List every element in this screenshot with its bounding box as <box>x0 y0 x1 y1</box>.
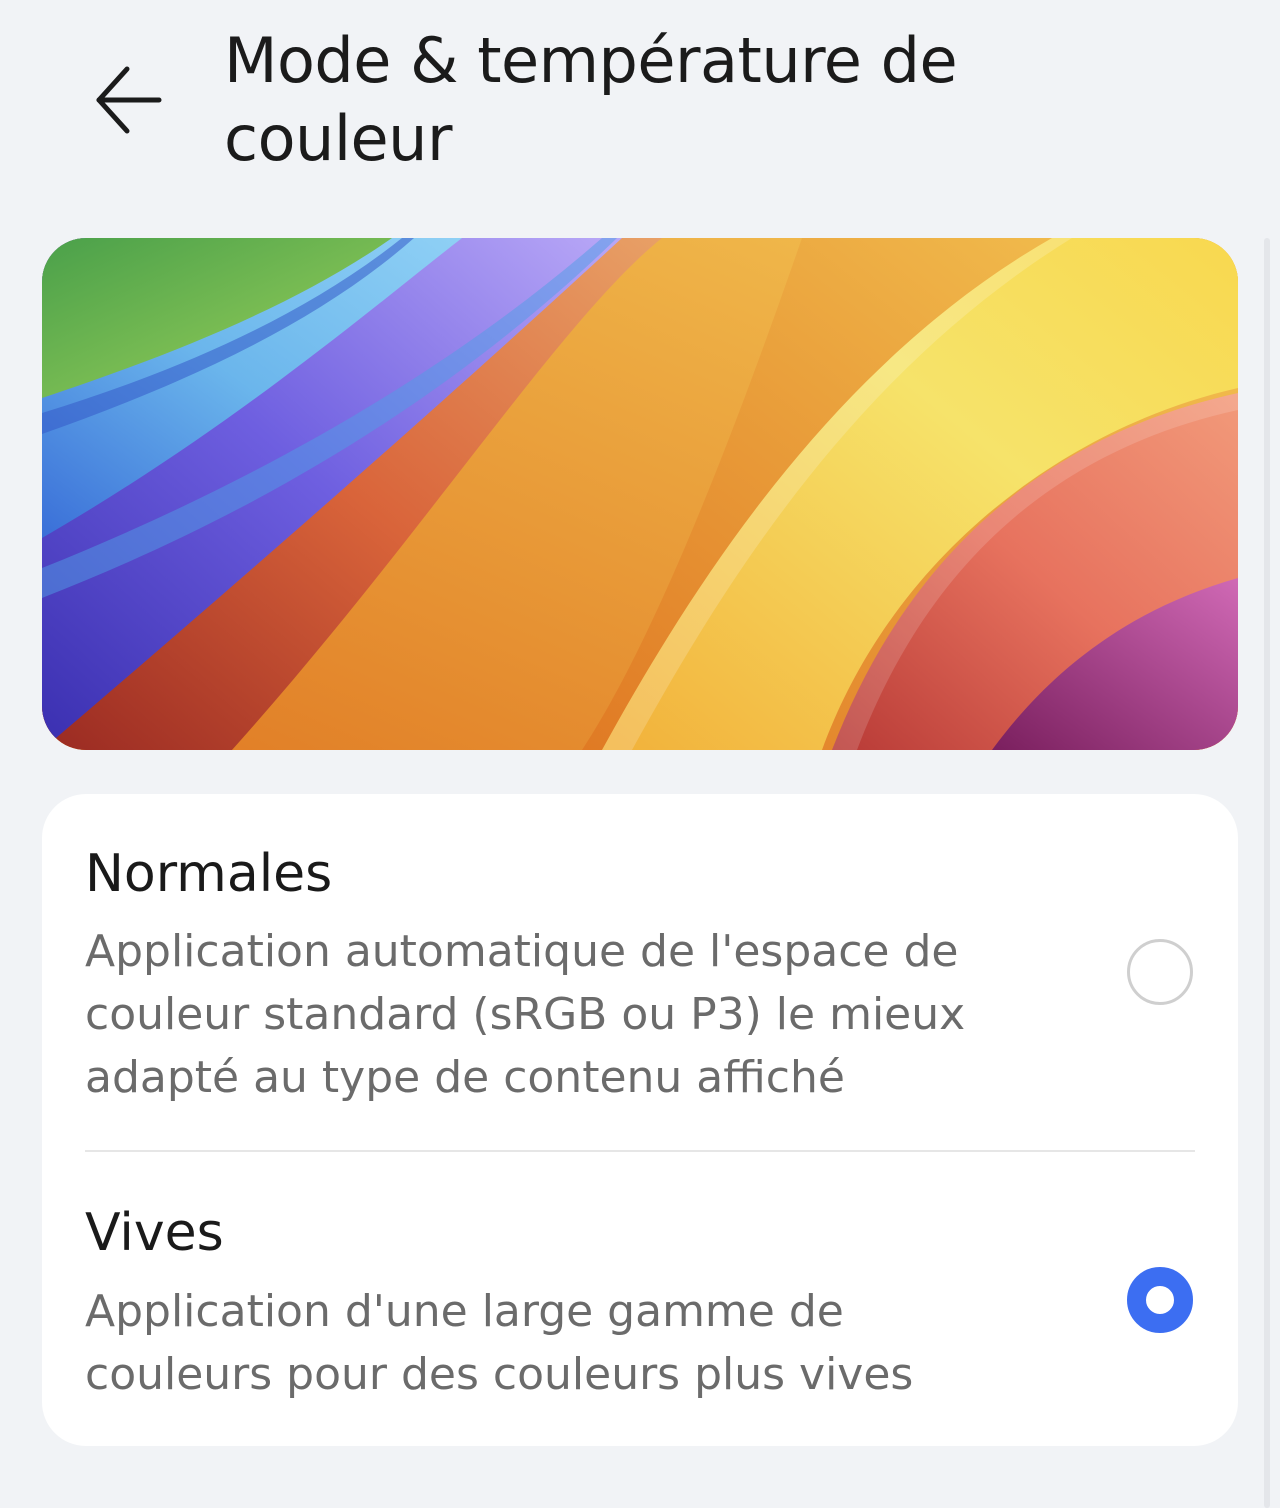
page-title-line-2: couleur <box>224 102 452 175</box>
option-normales-description-line-1: Application automatique de l'espace de <box>85 926 959 977</box>
app-bar: Mode & température de couleur <box>0 0 1280 200</box>
page-title: Mode & température de couleur <box>224 22 1124 178</box>
option-vives-title: Vives <box>85 1203 224 1263</box>
arrow-left-icon <box>96 66 162 134</box>
page-title-line-1: Mode & température de <box>224 24 958 97</box>
option-normales-description: Application automatique de l'espace de c… <box>85 920 1045 1109</box>
option-vives-description-line-1: Application d'une large gamme de <box>85 1286 844 1337</box>
scrollbar[interactable] <box>1264 238 1270 1508</box>
option-normales-description-line-2: couleur standard (sRGB ou P3) le mieux <box>85 989 966 1040</box>
radio-vives-selected[interactable] <box>1127 1267 1193 1333</box>
option-vives-description: Application d'une large gamme de couleur… <box>85 1280 1045 1406</box>
option-vives[interactable]: Vives Application d'une large gamme de c… <box>42 1152 1238 1446</box>
color-mode-card: Normales Application automatique de l'es… <box>42 794 1238 1446</box>
radio-normales-unselected[interactable] <box>1127 939 1193 1005</box>
back-button[interactable] <box>78 50 178 150</box>
option-normales-title: Normales <box>85 844 333 904</box>
color-preview-banner <box>42 238 1238 750</box>
option-vives-description-line-2: couleurs pour des couleurs plus vives <box>85 1349 914 1400</box>
option-normales-description-line-3: adapté au type de contenu affiché <box>85 1052 845 1103</box>
rainbow-wallpaper-image <box>42 238 1238 750</box>
option-normales[interactable]: Normales Application automatique de l'es… <box>42 794 1238 1150</box>
